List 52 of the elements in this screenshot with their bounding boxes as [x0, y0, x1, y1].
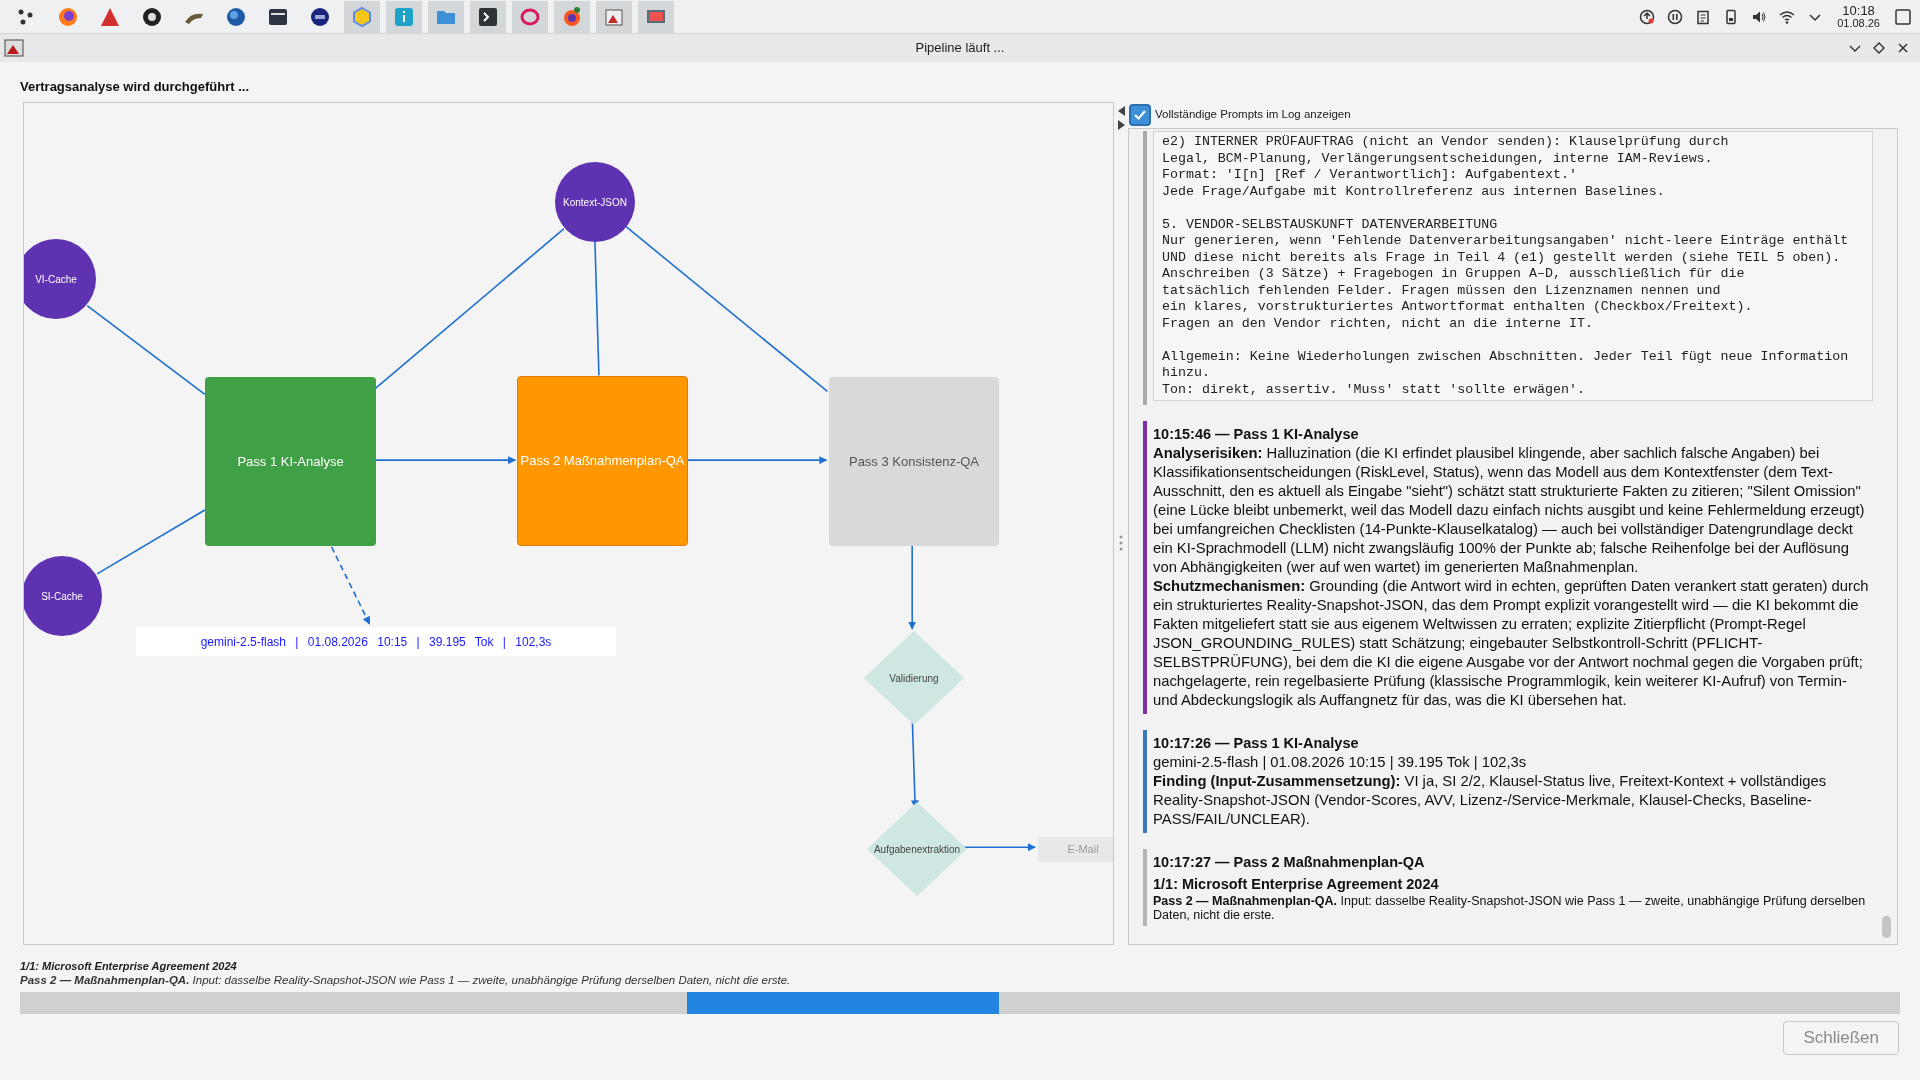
page-heading: Vertragsanalyse wird durchgeführt ... [20, 79, 250, 95]
wifi-icon[interactable] [1779, 8, 1796, 25]
info-icon [393, 5, 415, 28]
prompt-text: e2) INTERNER PRÜFAUFTRAG (nicht an Vendor senden): Klauselprüfung durch Legal, BCM-Planung, Verlängerungsentscheidungen, interne IAM-Reviews. Format: 'I[n] [Ref / Verantwortlich]: Aufgabentext.' Jede Frage/Aufgabe mit Kontrollreferenz aus internen Baselines. [1162, 134, 1730, 200]
decision-node: Aufgabenextraktion [867, 802, 967, 896]
app-icon [4, 38, 24, 58]
collapse-left-icon[interactable] [1117, 106, 1125, 116]
output-node: E-Mail [1038, 837, 1113, 862]
prompt-text: Allgemein: Keine Wiederholungen zwischen Abschnitten. Jeder Teil fügt neue Information hinzu. Ton: direkt, assertiv. 'Muss' statt 'sollte erwägen'. [1162, 348, 1850, 398]
taskbar-app[interactable] [470, 0, 506, 33]
pass-node: Pass 1 KI-Analyse [205, 377, 376, 546]
model-info-label: gemini-2.5-flash | 01.08.2026 10:15 | 39.195 Tok | 102,3s [136, 627, 616, 656]
taskbar-app[interactable] [554, 0, 590, 33]
clock-time: 10:18 [1842, 4, 1875, 17]
maximize-icon[interactable] [1872, 41, 1886, 55]
log-text: Finding (Input-Zusammensetzung): VI ja, SI 2/2, Klausel-Status live, Freitext-Kontext + vollständiges Reality-Snapshot-JSON (Vendor-Scores, AVV, Lizenz-/Service-Merkmale, Klausel-Checks, Baseline-PASS/FAIL/UNCLEAR). [1153, 772, 1828, 829]
log-heading: 10:15:46 — Pass 1 KI-Analyse [1153, 425, 1360, 444]
pass-node: Pass 2 Maßnahmenplan-QA [517, 376, 688, 546]
clipboard-icon[interactable] [1695, 8, 1712, 25]
scrollbar-thumb[interactable] [1882, 916, 1891, 938]
cache-node: Kontext-JSON [555, 162, 635, 242]
badge-icon [309, 5, 331, 28]
prompt-text: 5. VENDOR-SELBSTAUSKUNFT DATENVERARBEITUNG Nur generieren, wenn 'Fehlende Datenverarbeitungsangaben' nicht-leere Einträge enthält UND diese nicht bereits als Frage in Teil 4 (e1) gestellt werden (siehe TEIL 5 oben). Anschreiben (3 Sätze) + Fragebogen in Gruppen A–D, ausschließlich für die tatsächlich fehlenden Felder. Fragen müssen den Lizenznamen nennen und ein klares, vorstrukturiertes Antwortformat enthalten (Checkbox/Freitext). Fragen an den Vendor richten, nicht an die interne IT. [1162, 216, 1850, 332]
log-heading: 10:17:27 — Pass 2 Maßnahmenplan-QA [1153, 853, 1426, 872]
update-icon[interactable] [1639, 8, 1656, 25]
status-title: 1/1: Microsoft Enterprise Agreement 2024 [20, 959, 238, 973]
log-heading: 10:17:26 — Pass 1 KI-Analyse [1153, 734, 1360, 753]
aperture-icon [141, 5, 163, 28]
pass-node: Pass 3 Konsistenz-QA [829, 377, 999, 546]
splitter-handle-icon[interactable] [1119, 534, 1123, 552]
checkmark-icon [1133, 108, 1147, 122]
log-text: Analyserisiken: Halluzination (die KI erfindet plausibel klingende, aber sachlich falsche Angaben) bei Klassifikationsentscheidungen (RiskLevel, Status), wenn das Modell aus dem Kontextfenster (dem Text-Ausschnitt, den es aktuell als Eingabe "sieht") schätzt statt strukturierte Fakten zu zitieren; "Silent Omission" (eine Lücke bleibt unbemerkt, weil das Modell dazu einfach nichts ausgibt und keine Fehlermeldung erzeugt) bei umfangreichen Checklisten (14-Punkte-Klauselkatalog) — auch bei vollständiger Datengrundlage deckt ein KI-Sprachmodell (LLM) nicht zwangsläufig 100% der Punkte ab; falsche Reihenfolge bei der Auflösung von Abhängigkeiten (wer auf wen wartet) im generierten Maßnahmenplan. [1153, 444, 1866, 577]
log-note: Pass 2 — Maßnahmenplan-QA. Input: dasselbe Reality-Snapshot-JSON wie Pass 1 — zweite, unabhängige Prüfung derselben Daten, nicht die erste. [1153, 894, 1867, 922]
sphere-icon [225, 5, 247, 28]
hexagon-icon [351, 5, 373, 28]
show-desktop-icon[interactable] [1894, 7, 1912, 26]
checkbox-label: Vollständige Prompts im Log anzeigen [1155, 107, 1351, 123]
globe-icon [57, 5, 79, 28]
cache-node: VI-Cache [24, 239, 96, 319]
window-title: Pipeline läuft ... [915, 39, 1005, 58]
log-text: gemini-2.5-flash | 01.08.2026 10:15 | 39.195 Tok | 102,3s [1153, 753, 1528, 772]
terminal-icon [477, 5, 499, 28]
pause-icon[interactable] [1667, 8, 1684, 25]
log-text: Schutzmechanismen: Grounding (die Antwort wird in echten, geprüften Daten verankert statt geraten) durch ein strukturiertes Reality-Snapshot-JSON, das dem Prompt explizit vorangestellt wird — die KI bekommt die Fakten mitgeliefert statt sie aus eigenem Weltwissen zu erraten; explizite Zitierpflicht (Prompt-Regel JSON_GROUNDING_RULES) statt Schätzung; eingebauter Selbstkontroll-Schritt (PFLICHT-SELBSTPRÜFUNG), bei dem die KI die eigene Ausgabe vor der Antwort nochmal gegen die Vorgaben prüft; nachgelagerte, rein regelbasierte Prüfung (klassische Programmlogik, kein weiterer KI-Aufruf) von Termin- und Abdeckungslogik als Auffangnetz für das, was die KI übersehen hat. [1153, 577, 1870, 710]
prompts-checkbox[interactable] [1129, 104, 1151, 126]
cache-node: SI-Cache [24, 556, 102, 636]
log-subtitle: 1/1: Microsoft Enterprise Agreement 2024 [1153, 875, 1440, 894]
close-icon[interactable] [1896, 41, 1910, 55]
expand-right-icon[interactable] [1117, 120, 1125, 130]
clock-date: 01.08.26 [1837, 16, 1880, 29]
status-text: Pass 2 — Maßnahmenplan-QA. Input: dasselbe Reality-Snapshot-JSON wie Pass 1 — zweite, unabhängige Prüfung derselben Daten, nicht die erste. [20, 973, 792, 988]
decision-node: Validierung [864, 631, 964, 725]
